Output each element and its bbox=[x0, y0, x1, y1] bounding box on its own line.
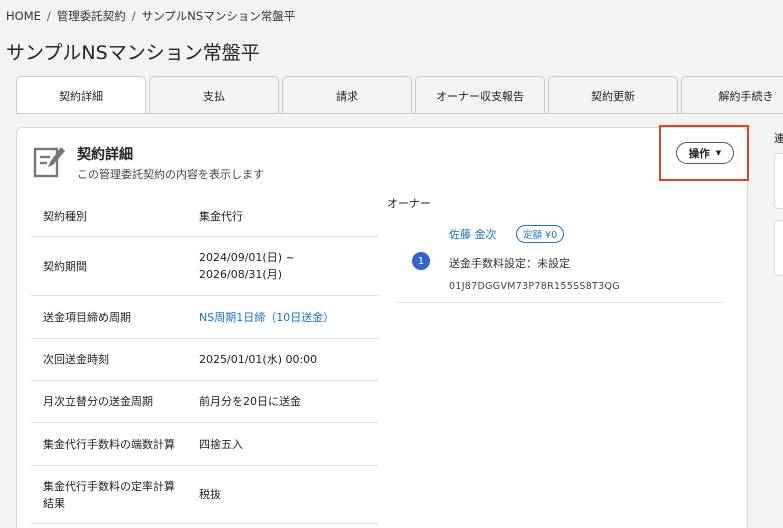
page-title: サンプルNSマンション常盤平 bbox=[6, 42, 260, 64]
owner-name-link[interactable]: 佐藤 金次 bbox=[449, 226, 497, 242]
right-panel-card bbox=[774, 220, 783, 276]
owner-id: 01J87DGGVM73P78R155SS8T3QG bbox=[449, 281, 620, 292]
remittance-cycle-link[interactable]: NS周期1日締（10日送金） bbox=[199, 309, 379, 326]
breadcrumb-home[interactable]: HOME bbox=[6, 9, 41, 23]
edit-document-icon bbox=[33, 147, 65, 178]
highlight-box bbox=[659, 125, 749, 181]
right-panel-label: 連 bbox=[774, 132, 783, 145]
row-value: 2025/01/01(水) 00:00 bbox=[199, 353, 318, 366]
fee-badge: 定額 ¥0 bbox=[516, 225, 565, 243]
breadcrumb-current: サンプルNSマンション常盤平 bbox=[141, 9, 296, 23]
row-value: 2024/09/01(日) ~ 2026/08/31(月) bbox=[199, 251, 295, 281]
owner-number-badge: 1 bbox=[412, 252, 430, 270]
tab-contract-details[interactable]: 契約詳細 bbox=[16, 76, 146, 114]
tabs-divider bbox=[16, 113, 783, 114]
row-label: 契約種別 bbox=[43, 209, 87, 223]
row-label: 契約期間 bbox=[43, 259, 87, 273]
row-label: 集金代行手数料の定率計算 結果 bbox=[43, 479, 175, 510]
row-value: 集金代行 bbox=[199, 209, 243, 223]
breadcrumb-separator: / bbox=[46, 9, 51, 23]
tab-contract-renewal[interactable]: 契約更新 bbox=[548, 76, 678, 114]
contract-details-card: 契約詳細 この管理委託契約の内容を表示します 操作 ▼ 契約種別 集金代行 契約… bbox=[16, 127, 748, 528]
remittance-fee-setting: 送金手数料設定：未設定 bbox=[449, 257, 570, 270]
right-panel-card bbox=[774, 153, 783, 209]
table-row: 月次立替分の送金周期 前月分を20日に送金 bbox=[31, 381, 379, 423]
card-title: 契約詳細 bbox=[77, 147, 133, 163]
row-label: 次回送金時刻 bbox=[43, 353, 109, 366]
contract-details-table: 契約種別 集金代行 契約期間 2024/09/01(日) ~ 2026/08/3… bbox=[31, 196, 379, 524]
tab-cancellation[interactable]: 解約手続き bbox=[681, 76, 783, 114]
row-label: 集金代行手数料の端数計算 bbox=[43, 437, 175, 451]
row-value: 税抜 bbox=[199, 488, 221, 501]
row-value: 前月分を20日に送金 bbox=[199, 395, 301, 408]
table-row: 契約種別 集金代行 bbox=[31, 196, 379, 237]
row-value: 四捨五入 bbox=[199, 437, 243, 451]
breadcrumb-separator: / bbox=[131, 9, 136, 23]
tab-payments[interactable]: 支払 bbox=[149, 76, 279, 114]
table-row: 送金項目締め周期 NS周期1日締（10日送金） bbox=[31, 296, 379, 339]
table-row: 集金代行手数料の定率計算 結果 税抜 bbox=[31, 466, 379, 524]
owner-heading: オーナー bbox=[387, 197, 431, 210]
tab-bar: 契約詳細 支払 請求 オーナー収支報告 契約更新 解約手続き bbox=[16, 76, 783, 114]
row-label: 月次立替分の送金周期 bbox=[43, 395, 153, 408]
row-label: 送金項目締め周期 bbox=[43, 310, 131, 324]
card-subtitle: この管理委託契約の内容を表示します bbox=[77, 168, 264, 181]
breadcrumb: HOME / 管理委託契約 / サンプルNSマンション常盤平 bbox=[6, 8, 295, 24]
table-row: 次回送金時刻 2025/01/01(水) 00:00 bbox=[31, 339, 379, 381]
table-row: 契約期間 2024/09/01(日) ~ 2026/08/31(月) bbox=[31, 237, 379, 296]
tab-billing[interactable]: 請求 bbox=[282, 76, 412, 114]
owner-divider bbox=[397, 302, 723, 303]
tab-owner-report[interactable]: オーナー収支報告 bbox=[415, 76, 545, 114]
breadcrumb-contracts[interactable]: 管理委託契約 bbox=[57, 9, 126, 23]
table-row: 集金代行手数料の端数計算 四捨五入 bbox=[31, 423, 379, 466]
